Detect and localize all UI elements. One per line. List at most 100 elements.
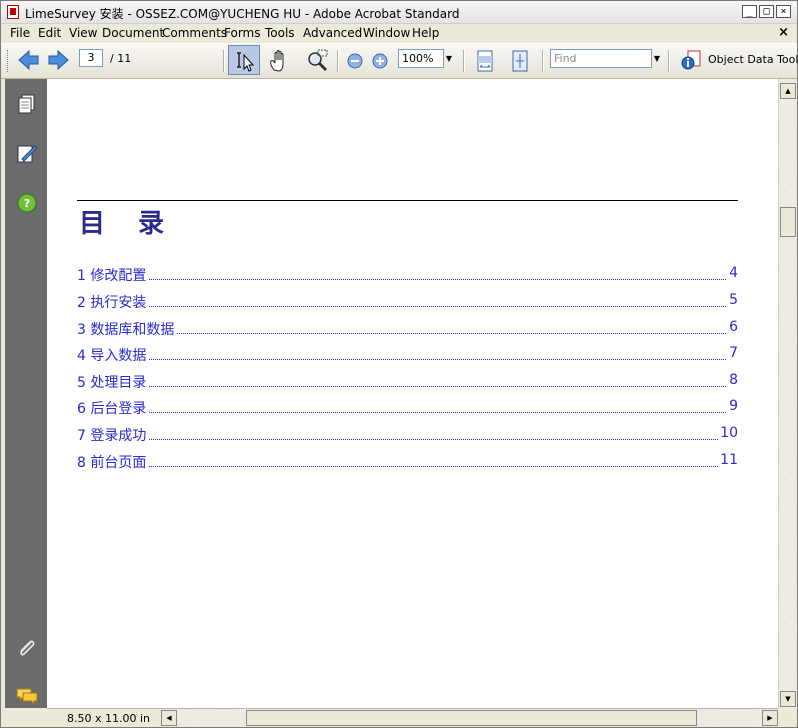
toc-entry-page[interactable]: 11 <box>718 452 738 468</box>
menu-help[interactable]: Help <box>412 26 439 40</box>
minimize-button[interactable]: _ <box>742 5 757 18</box>
object-data-tool-button[interactable] <box>678 48 706 74</box>
toolbar-grip[interactable] <box>7 50 10 72</box>
scroll-down-arrow-icon[interactable]: ▼ <box>780 691 796 707</box>
toc-entry-label[interactable]: 3 数据库和数据 <box>77 319 177 339</box>
toc-entry-page[interactable]: 5 <box>727 292 738 308</box>
scroll-left-arrow-icon[interactable]: ◀ <box>161 710 177 726</box>
toolbar-separator <box>337 50 339 72</box>
toc-entry[interactable]: 7 登录成功 10 <box>77 425 738 445</box>
toolbar-separator <box>542 50 544 72</box>
find-dropdown-arrow-icon[interactable]: ▼ <box>651 50 663 67</box>
zoom-tool-icon <box>308 49 328 72</box>
help-panel-button[interactable]: ? <box>16 192 38 214</box>
toolbar-separator <box>668 50 670 72</box>
menu-file[interactable]: File <box>10 26 30 40</box>
menu-view[interactable]: View <box>69 26 97 40</box>
toc-entry-label[interactable]: 6 后台登录 <box>77 398 149 418</box>
comments-panel-button[interactable] <box>16 685 38 707</box>
toc-entry-label[interactable]: 8 前台页面 <box>77 452 149 472</box>
menu-window[interactable]: Window <box>363 26 410 40</box>
menu-document[interactable]: Document <box>102 26 164 40</box>
fit-width-icon <box>477 50 493 72</box>
menu-bar: File Edit View Document Comments Forms T… <box>1 24 797 43</box>
toc-entry[interactable]: 4 导入数据 7 <box>77 345 738 365</box>
page-number-input[interactable]: 3 <box>79 49 103 67</box>
previous-page-icon <box>18 49 39 71</box>
svg-text:?: ? <box>24 197 30 210</box>
hand-tool-button[interactable] <box>266 48 294 74</box>
toc-entry-page[interactable]: 6 <box>727 319 738 335</box>
scroll-up-arrow-icon[interactable]: ▲ <box>780 83 796 99</box>
menu-comments[interactable]: Comments <box>162 26 227 40</box>
toc-entry-page[interactable]: 10 <box>718 425 738 441</box>
fit-page-icon <box>512 50 528 72</box>
acrobat-window: LimeSurvey 安装 - OSSEZ.COM@YUCHENG HU - A… <box>0 0 798 728</box>
toc-entry[interactable]: 3 数据库和数据 6 <box>77 319 738 339</box>
zoom-dropdown-arrow-icon[interactable]: ▼ <box>443 50 455 67</box>
hand-tool-icon <box>270 50 284 72</box>
next-page-button[interactable] <box>46 48 74 74</box>
zoom-in-button[interactable] <box>370 48 390 74</box>
toc-entry-label[interactable]: 1 修改配置 <box>77 265 149 285</box>
toolbar-separator <box>463 50 465 72</box>
pages-panel-button[interactable] <box>16 93 38 115</box>
status-bar: 8.50 x 11.00 in ◀ ▶ <box>47 708 778 727</box>
document-view[interactable]: 目 录 1 修改配置 4 2 执行安装 5 3 数据库和数据 6 4 导入数据 … <box>47 79 778 708</box>
signatures-panel-button[interactable] <box>16 142 38 164</box>
zoom-level-input[interactable]: 100% <box>398 49 444 68</box>
comments-icon <box>16 688 38 706</box>
attachments-panel-button[interactable] <box>16 637 38 659</box>
help-icon: ? <box>17 193 37 213</box>
toc-entry-label[interactable]: 2 执行安装 <box>77 292 149 312</box>
toc-entry-page[interactable]: 4 <box>727 265 738 281</box>
toc-leader-dots <box>77 439 738 440</box>
previous-page-button[interactable] <box>15 48 43 74</box>
toc-header-rule <box>77 200 738 201</box>
navigation-pane: ? <box>5 79 47 708</box>
toc-leader-dots <box>77 279 738 280</box>
page-total-label: / 11 <box>110 52 132 65</box>
menu-advanced[interactable]: Advanced <box>303 26 362 40</box>
object-data-tool-label[interactable]: Object Data Tool <box>708 53 798 66</box>
vertical-scrollbar[interactable]: ▲ ▼ <box>778 79 797 708</box>
vertical-scroll-thumb[interactable] <box>780 207 796 237</box>
toc-entry-label[interactable]: 4 导入数据 <box>77 345 149 365</box>
horizontal-scroll-thumb[interactable] <box>246 710 697 726</box>
toc-entry[interactable]: 8 前台页面 11 <box>77 452 738 472</box>
find-input[interactable]: Find <box>550 49 652 68</box>
toc-entry-page[interactable]: 7 <box>727 345 738 361</box>
page-size-label: 8.50 x 11.00 in <box>67 712 151 725</box>
toc-title: 目 录 <box>79 209 177 239</box>
maximize-button[interactable]: □ <box>759 5 774 18</box>
zoom-out-button[interactable] <box>345 48 365 74</box>
scroll-right-arrow-icon[interactable]: ▶ <box>762 710 778 726</box>
toc-leader-dots <box>77 359 738 360</box>
zoom-in-icon <box>372 53 388 69</box>
toc-leader-dots <box>77 306 738 307</box>
horizontal-scrollbar[interactable]: ◀ ▶ <box>161 710 778 726</box>
toc-entry[interactable]: 1 修改配置 4 <box>77 265 738 285</box>
toc-entry-label[interactable]: 5 处理目录 <box>77 372 149 392</box>
fit-width-button[interactable] <box>472 48 500 74</box>
toc-entry-page[interactable]: 8 <box>727 372 738 388</box>
menu-forms[interactable]: Forms <box>224 26 260 40</box>
select-tool-button[interactable] <box>228 45 260 75</box>
toc-entry-page[interactable]: 9 <box>727 398 738 414</box>
toc-entry-label[interactable]: 7 登录成功 <box>77 425 149 445</box>
signatures-panel-icon <box>17 145 38 163</box>
toc-leader-dots <box>77 412 738 413</box>
document-close-button[interactable]: × <box>778 25 789 40</box>
menu-edit[interactable]: Edit <box>38 26 61 40</box>
next-page-icon <box>48 49 69 71</box>
close-button[interactable]: × <box>776 5 791 18</box>
toc-entry[interactable]: 2 执行安装 5 <box>77 292 738 312</box>
zoom-out-icon <box>347 53 363 69</box>
fit-page-button[interactable] <box>507 48 535 74</box>
toc-entry[interactable]: 6 后台登录 9 <box>77 398 738 418</box>
toc-entry[interactable]: 5 处理目录 8 <box>77 372 738 392</box>
menu-tools[interactable]: Tools <box>265 26 295 40</box>
attachments-icon <box>20 640 35 656</box>
zoom-tool-button[interactable] <box>304 48 332 74</box>
title-bar: LimeSurvey 安装 - OSSEZ.COM@YUCHENG HU - A… <box>1 1 797 24</box>
